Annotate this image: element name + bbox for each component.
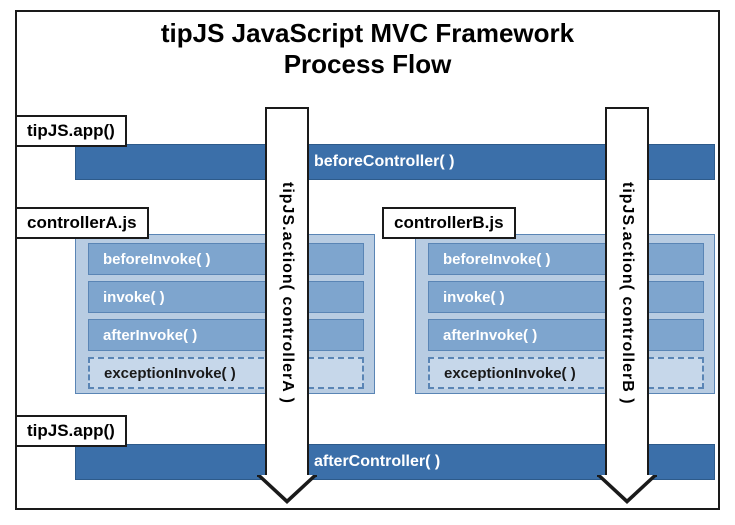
controller-a-box: beforeInvoke( ) invoke( ) afterInvoke( )… — [75, 234, 375, 394]
arrow-a-label: tipJS.action( controllerA ) — [278, 182, 296, 404]
tag-app-top: tipJS.app() — [15, 115, 127, 147]
tag-app-top-label: tipJS.app() — [27, 121, 115, 140]
before-controller-label: beforeController( ) — [314, 153, 454, 171]
diagram-frame: tipJS JavaScript MVC Framework Process F… — [15, 10, 720, 510]
diagram-title: tipJS JavaScript MVC Framework Process F… — [17, 18, 718, 80]
title-line-1: tipJS JavaScript MVC Framework — [161, 18, 574, 48]
controller-b-box: beforeInvoke( ) invoke( ) afterInvoke( )… — [415, 234, 715, 394]
ctrl-a-before-invoke: beforeInvoke( ) — [88, 243, 364, 275]
arrow-b-label: tipJS.action( controllerB ) — [618, 182, 636, 405]
ctrl-b-before-invoke: beforeInvoke( ) — [428, 243, 704, 275]
ctrl-b-after-invoke-label: afterInvoke( ) — [443, 327, 537, 344]
ctrl-b-exception-invoke: exceptionInvoke( ) — [428, 357, 704, 389]
title-line-2: Process Flow — [284, 49, 452, 79]
ctrl-a-exception-invoke-label: exceptionInvoke( ) — [104, 365, 236, 382]
tag-controller-b: controllerB.js — [382, 207, 516, 239]
tag-app-bottom-label: tipJS.app() — [27, 421, 115, 440]
after-controller-label: afterController( ) — [314, 453, 440, 471]
tag-controller-a: controllerA.js — [15, 207, 149, 239]
ctrl-a-invoke-label: invoke( ) — [103, 289, 165, 306]
ctrl-b-invoke: invoke( ) — [428, 281, 704, 313]
ctrl-b-after-invoke: afterInvoke( ) — [428, 319, 704, 351]
ctrl-a-before-invoke-label: beforeInvoke( ) — [103, 251, 211, 268]
arrow-controller-a: tipJS.action( controllerA ) — [265, 107, 309, 502]
ctrl-a-after-invoke: afterInvoke( ) — [88, 319, 364, 351]
ctrl-a-after-invoke-label: afterInvoke( ) — [103, 327, 197, 344]
ctrl-a-invoke: invoke( ) — [88, 281, 364, 313]
ctrl-b-exception-invoke-label: exceptionInvoke( ) — [444, 365, 576, 382]
ctrl-b-invoke-label: invoke( ) — [443, 289, 505, 306]
ctrl-a-exception-invoke: exceptionInvoke( ) — [88, 357, 364, 389]
tag-controller-a-label: controllerA.js — [27, 213, 137, 232]
arrow-controller-b: tipJS.action( controllerB ) — [605, 107, 649, 502]
tag-app-bottom: tipJS.app() — [15, 415, 127, 447]
ctrl-b-before-invoke-label: beforeInvoke( ) — [443, 251, 551, 268]
tag-controller-b-label: controllerB.js — [394, 213, 504, 232]
